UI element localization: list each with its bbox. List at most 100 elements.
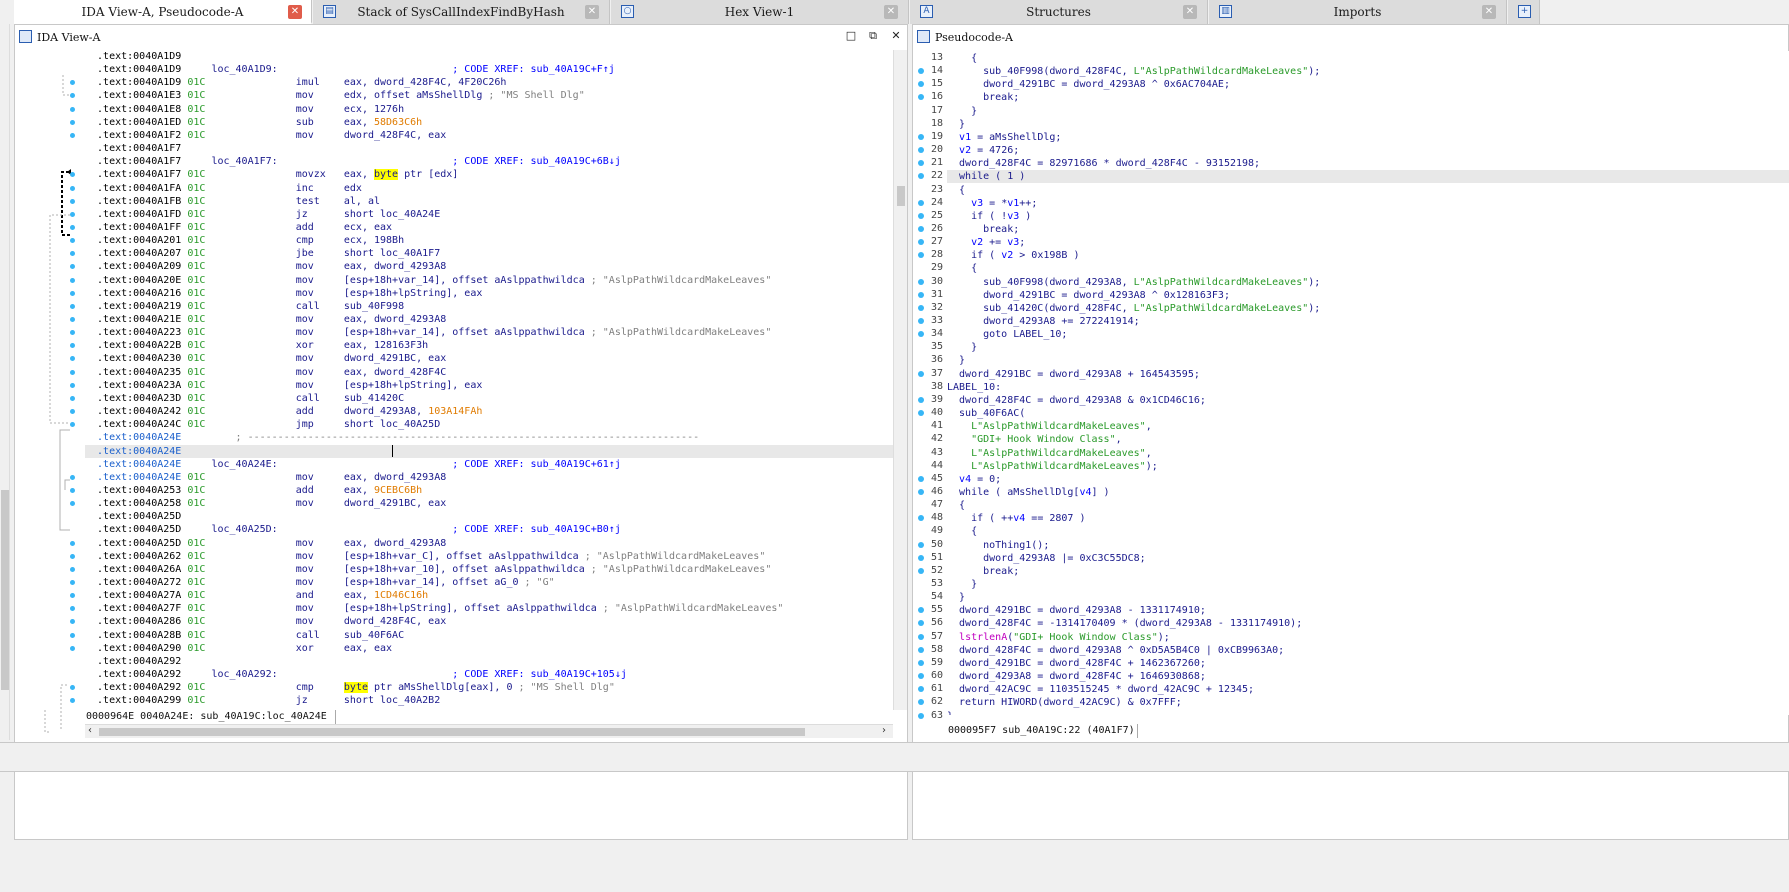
pseudocode-line[interactable]: dword_4291BC = dword_4293A8 - 1331174910… — [947, 604, 1789, 617]
code-line[interactable]: .text:0040A230 01C mov dword_4291BC, eax — [85, 352, 893, 365]
breakpoint-dot[interactable] — [918, 410, 924, 417]
pseudocode-line[interactable]: noThing1(); — [947, 539, 1789, 552]
breakpoint-dot[interactable] — [918, 225, 924, 232]
code-line[interactable]: .text:0040A299 01C jz short loc_40A2B2 — [85, 694, 893, 707]
pseudocode-line[interactable]: L"AslpPathWildcardMakeLeaves", — [947, 447, 1789, 460]
breakpoint-dot[interactable] — [70, 619, 75, 625]
pseudocode-line[interactable]: dword_4293A8 |= 0xC3C55DC8; — [947, 552, 1789, 565]
breakpoint-dot[interactable] — [918, 659, 924, 666]
pseudocode-line[interactable]: dword_42AC9C = 1103515245 * dword_42AC9C… — [947, 683, 1789, 696]
breakpoint-dot[interactable] — [70, 566, 75, 572]
outer-scrollbar[interactable] — [0, 24, 10, 740]
pseudocode-line[interactable]: dword_4291BC = dword_428F4C + 1462367260… — [947, 657, 1789, 670]
code-line[interactable]: .text:0040A1FF 01C add ecx, eax — [85, 221, 893, 234]
breakpoint-dot[interactable] — [70, 317, 75, 322]
pseudocode-line[interactable]: sub_40F6AC( — [947, 407, 1789, 420]
breakpoint-dot[interactable] — [70, 172, 75, 178]
breakpoint-dot[interactable] — [70, 395, 75, 401]
code-line[interactable]: .text:0040A219 01C call sub_40F998 — [85, 300, 893, 313]
pseudocode-line[interactable]: dword_4291BC = dword_4293A8 ^ 0x128163F3… — [947, 289, 1789, 302]
tab-structures[interactable]: A Structures ✕ — [910, 0, 1208, 24]
breakpoint-dot[interactable] — [918, 396, 924, 403]
code-line[interactable]: .text:0040A209 01C mov eax, dword_4293A8 — [85, 260, 893, 273]
pseudocode-line[interactable]: dword_428F4C = dword_4293A8 & 0x1CD46C16… — [947, 394, 1789, 407]
code-line[interactable]: .text:0040A27A 01C and eax, 1CD46C16h — [85, 589, 893, 602]
code-line[interactable]: .text:0040A290 01C xor eax, eax — [85, 642, 893, 655]
breakpoint-dot[interactable] — [918, 212, 924, 219]
close-icon[interactable]: ✕ — [889, 29, 903, 43]
pseudocode-line[interactable]: } — [947, 710, 1789, 716]
breakpoint-dot[interactable] — [918, 712, 924, 719]
breakpoint-dot[interactable] — [70, 185, 75, 191]
pseudocode-line[interactable]: v3 = *v1++; — [947, 197, 1789, 210]
maximize-icon[interactable]: □ — [844, 29, 858, 43]
pseudocode-line[interactable]: dword_428F4C = -1314170409 * (dword_4293… — [947, 617, 1789, 630]
code-line[interactable]: .text:0040A253 01C add eax, 9CEBC6Bh — [85, 484, 893, 497]
pseudocode-line[interactable]: sub_41420C(dword_428F4C, L"AslpPathWildc… — [947, 302, 1789, 315]
breakpoint-dot[interactable] — [918, 475, 924, 482]
pseudocode-line[interactable]: sub_40F998(dword_4293A8, L"AslpPathWildc… — [947, 276, 1789, 289]
breakpoint-dot[interactable] — [70, 303, 75, 309]
pseudocode-line[interactable]: break; — [947, 223, 1789, 236]
tab-imports[interactable]: ▥ Imports ✕ — [1209, 0, 1507, 24]
code-line[interactable]: .text:0040A1F2 01C mov dword_428F4C, eax — [85, 129, 893, 142]
breakpoint-dot[interactable] — [70, 553, 75, 559]
code-line[interactable]: .text:0040A27F 01C mov [esp+18h+lpString… — [85, 602, 893, 615]
pseudocode-line[interactable]: } — [947, 591, 1789, 604]
breakpoint-dot[interactable] — [70, 593, 75, 599]
code-line[interactable]: .text:0040A25D loc_40A25D: ; CODE XREF: … — [85, 523, 893, 536]
breakpoint-dot[interactable] — [70, 264, 75, 270]
code-line[interactable]: .text:0040A1E8 01C mov ecx, 1276h — [85, 103, 893, 116]
close-icon[interactable]: ✕ — [884, 5, 898, 19]
code-line[interactable]: .text:0040A23A 01C mov [esp+18h+lpString… — [85, 379, 893, 392]
breakpoint-dot[interactable] — [70, 580, 75, 585]
breakpoint-dot[interactable] — [70, 382, 75, 388]
tab-stack[interactable]: ▤ Stack of SysCallIndexFindByHash ✕ — [313, 0, 610, 24]
breakpoint-dot[interactable] — [70, 685, 75, 691]
pseudocode-line[interactable]: LABEL_10: — [947, 381, 1789, 394]
breakpoint-dot[interactable] — [70, 330, 75, 336]
pseudocode-line[interactable]: } — [947, 118, 1789, 131]
pseudocode-line[interactable]: v2 = 4726; — [947, 144, 1789, 157]
breakpoint-dot[interactable] — [918, 133, 924, 140]
pseudocode-line[interactable]: if ( v2 > 0x198B ) — [947, 249, 1789, 262]
close-icon[interactable]: ✕ — [1482, 5, 1496, 19]
breakpoint-dot[interactable] — [70, 487, 75, 493]
breakpoint-dot[interactable] — [918, 646, 924, 653]
scrollbar-thumb[interactable] — [897, 186, 905, 206]
code-line[interactable]: .text:0040A292 01C cmp byte ptr aMsShell… — [85, 681, 893, 694]
close-icon[interactable]: ✕ — [288, 5, 302, 19]
breakpoint-dot[interactable] — [70, 277, 75, 283]
tab-new[interactable]: + — [1508, 0, 1540, 24]
pseudocode-line[interactable]: dword_4293A8 = dword_428F4C + 1646930868… — [947, 670, 1789, 683]
pseudocode-line[interactable]: { — [947, 184, 1789, 197]
code-line[interactable]: .text:0040A24E — [85, 444, 893, 458]
breakpoint-dot[interactable] — [70, 632, 75, 638]
disassembly-code[interactable]: .text:0040A1D9 .text:0040A1D9 loc_40A1D9… — [85, 50, 893, 710]
breakpoint-dot[interactable] — [70, 132, 75, 138]
breakpoint-dot[interactable] — [70, 645, 75, 651]
code-line[interactable]: .text:0040A1F7 loc_40A1F7: ; CODE XREF: … — [85, 155, 893, 168]
pseudocode-line[interactable]: v2 += v3; — [947, 236, 1789, 249]
code-line[interactable]: .text:0040A216 01C mov [esp+18h+lpString… — [85, 287, 893, 300]
pseudocode-line[interactable]: if ( !v3 ) — [947, 210, 1789, 223]
breakpoint-dot[interactable] — [918, 147, 924, 154]
code-line[interactable]: .text:0040A262 01C mov [esp+18h+var_C], … — [85, 550, 893, 563]
pseudocode-line[interactable]: goto LABEL_10; — [947, 328, 1789, 341]
pseudocode-line[interactable]: return HIWORD(dword_42AC9C) & 0x7FFF; — [947, 696, 1789, 709]
code-line[interactable]: .text:0040A201 01C cmp ecx, 198Bh — [85, 234, 893, 247]
pseudocode-line[interactable]: } — [947, 341, 1789, 354]
code-line[interactable]: .text:0040A1D9 — [85, 50, 893, 63]
breakpoint-dot[interactable] — [70, 369, 75, 375]
pseudocode-line[interactable]: sub_40F998(dword_428F4C, L"AslpPathWildc… — [947, 65, 1789, 78]
pseudocode-line[interactable]: { — [947, 262, 1789, 275]
breakpoint-dot[interactable] — [70, 409, 75, 415]
pseudocode-line[interactable]: { — [947, 499, 1789, 512]
pseudocode-line[interactable]: } — [947, 354, 1789, 367]
code-line[interactable]: .text:0040A26A 01C mov [esp+18h+var_10],… — [85, 563, 893, 576]
breakpoint-dot[interactable] — [918, 199, 924, 206]
code-line[interactable]: .text:0040A25D — [85, 510, 893, 523]
pseudocode-line[interactable]: { — [947, 52, 1789, 65]
breakpoint-dot[interactable] — [70, 211, 75, 217]
code-line[interactable]: .text:0040A1D9 loc_40A1D9: ; CODE XREF: … — [85, 63, 893, 76]
